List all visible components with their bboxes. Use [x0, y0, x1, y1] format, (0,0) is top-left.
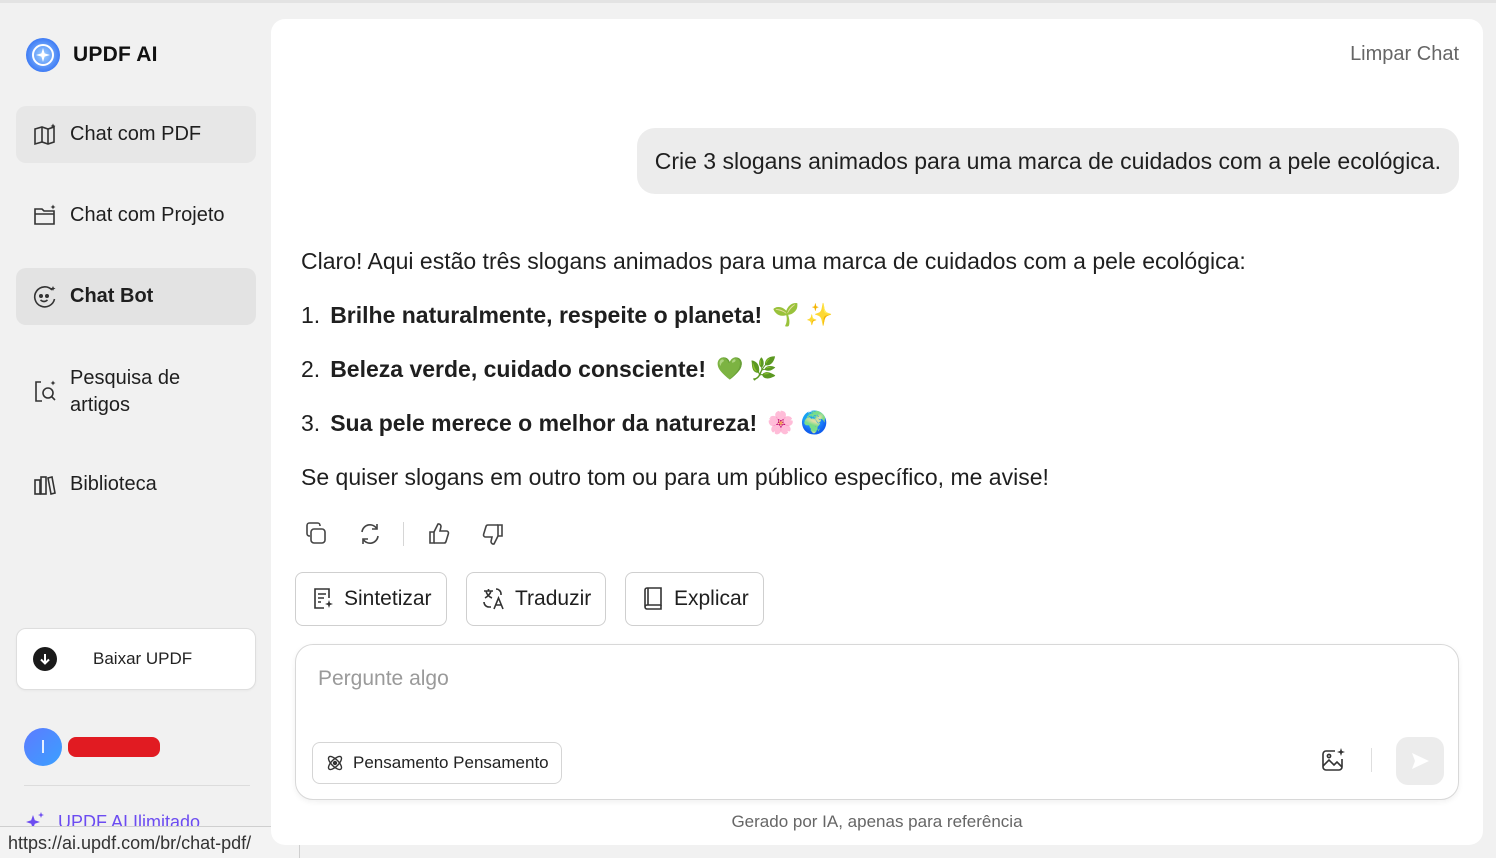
- search-document-icon: [32, 379, 58, 405]
- list-number: 1.: [301, 302, 321, 328]
- sidebar-item-paper-search[interactable]: Pesquisa de artigos: [16, 359, 256, 425]
- explain-button[interactable]: Explicar: [625, 572, 764, 626]
- image-upload-button[interactable]: [1318, 745, 1348, 775]
- translate-icon: [483, 588, 504, 610]
- slogan-emoji: 🌸 🌍: [767, 410, 829, 435]
- send-button[interactable]: [1396, 737, 1444, 785]
- thumbs-down-button[interactable]: [478, 519, 508, 549]
- copy-icon: [306, 522, 326, 544]
- sidebar-item-label-line2: artigos: [70, 394, 131, 416]
- book-icon: [644, 587, 662, 610]
- chat-input-box: Pensamento Pensamento: [295, 644, 1459, 800]
- slogan-emoji: 💚 🌿: [715, 356, 777, 381]
- answer-outro: Se quiser slogans em outro tom ou para u…: [301, 464, 1049, 490]
- send-icon: [1412, 753, 1429, 769]
- list-item: 3. Sua pele merece o melhor da natureza!…: [301, 407, 1451, 439]
- translate-label: Traduzir: [515, 587, 592, 610]
- clear-chat-button[interactable]: Limpar Chat: [1350, 43, 1459, 66]
- sidebar-item-label: Chat com Projeto: [70, 204, 225, 226]
- atom-icon: [327, 755, 343, 771]
- summarize-button[interactable]: Sintetizar: [295, 572, 447, 626]
- updf-logo-icon: [26, 38, 60, 72]
- brand-name: UPDF AI: [73, 43, 158, 66]
- sidebar-item-chat-bot[interactable]: Chat Bot: [16, 268, 256, 325]
- regenerate-button[interactable]: [355, 519, 385, 549]
- slogan-emoji: 🌱 ✨: [772, 302, 834, 327]
- download-updf-button[interactable]: Baixar UPDF: [16, 628, 256, 690]
- brand[interactable]: UPDF AI: [25, 37, 158, 73]
- assistant-answer: Claro! Aqui estão três slogans animados …: [301, 245, 1451, 493]
- list-number: 2.: [301, 356, 321, 382]
- sidebar-item-label: Biblioteca: [70, 473, 157, 495]
- list-item: 2. Beleza verde, cuidado consciente! 💚 🌿: [301, 353, 1451, 385]
- image-sparkle-icon: [1322, 748, 1345, 771]
- sidebar-item-label: Chat Bot: [70, 285, 154, 307]
- copy-button[interactable]: [301, 519, 331, 549]
- user-profile[interactable]: I: [24, 728, 160, 766]
- list-item: 1. Brilhe naturalmente, respeite o plane…: [301, 299, 1451, 331]
- book-sparkle-icon: [32, 122, 58, 148]
- status-url-tooltip: https://ai.updf.com/br/chat-pdf/: [0, 826, 300, 858]
- list-number: 3.: [301, 410, 321, 436]
- sidebar-item-library[interactable]: Biblioteca: [16, 456, 256, 513]
- translate-button[interactable]: Traduzir: [466, 572, 607, 626]
- thumbs-up-button[interactable]: [424, 519, 454, 549]
- user-message-bubble: Crie 3 slogans animados para uma marca d…: [636, 128, 1459, 194]
- chat-input[interactable]: [318, 667, 1418, 707]
- explain-label: Explicar: [674, 587, 749, 610]
- redacted-username: [68, 737, 160, 757]
- sidebar-item-label: Pesquisa de artigos: [70, 365, 180, 419]
- avatar[interactable]: I: [24, 728, 62, 766]
- bot-face-icon: [32, 284, 58, 310]
- slogan-text: Brilhe naturalmente, respeite o planeta!: [330, 302, 763, 328]
- folder-sparkle-icon: [32, 203, 58, 229]
- download-label: Baixar UPDF: [93, 649, 193, 668]
- chat-panel: Limpar Chat Crie 3 slogans animados para…: [271, 19, 1483, 845]
- summarize-icon: [314, 588, 333, 609]
- thumbs-up-icon: [429, 523, 450, 544]
- sidebar-item-chat-pdf[interactable]: Chat com PDF: [16, 106, 256, 163]
- sidebar-item-chat-project[interactable]: Chat com Projeto: [16, 187, 256, 244]
- message-actions: [301, 519, 532, 549]
- sidebar-divider: [24, 785, 250, 786]
- slogan-text: Sua pele merece o melhor da natureza!: [330, 410, 758, 436]
- input-divider: [1371, 748, 1372, 772]
- sidebar-item-label: Chat com PDF: [70, 123, 202, 145]
- refresh-icon: [361, 524, 379, 544]
- slogan-text: Beleza verde, cuidado consciente!: [330, 356, 706, 382]
- user-message-text: Crie 3 slogans animados para uma marca d…: [654, 147, 1441, 174]
- answer-intro: Claro! Aqui estão três slogans animados …: [301, 248, 1246, 274]
- download-arrow-icon: [33, 647, 57, 671]
- sidebar-item-label-line1: Pesquisa de: [70, 367, 181, 389]
- library-icon: [32, 472, 58, 498]
- thinking-label: Pensamento Pensamento: [353, 753, 549, 772]
- sidebar: UPDF AI Chat com PDF Chat com Projeto Ch…: [0, 3, 270, 858]
- thumbs-down-icon: [482, 524, 503, 545]
- ai-disclaimer: Gerado por IA, apenas para referência: [731, 812, 1023, 831]
- thinking-mode-button[interactable]: Pensamento Pensamento: [312, 742, 562, 784]
- actions-divider: [403, 522, 404, 546]
- summarize-label: Sintetizar: [344, 587, 432, 610]
